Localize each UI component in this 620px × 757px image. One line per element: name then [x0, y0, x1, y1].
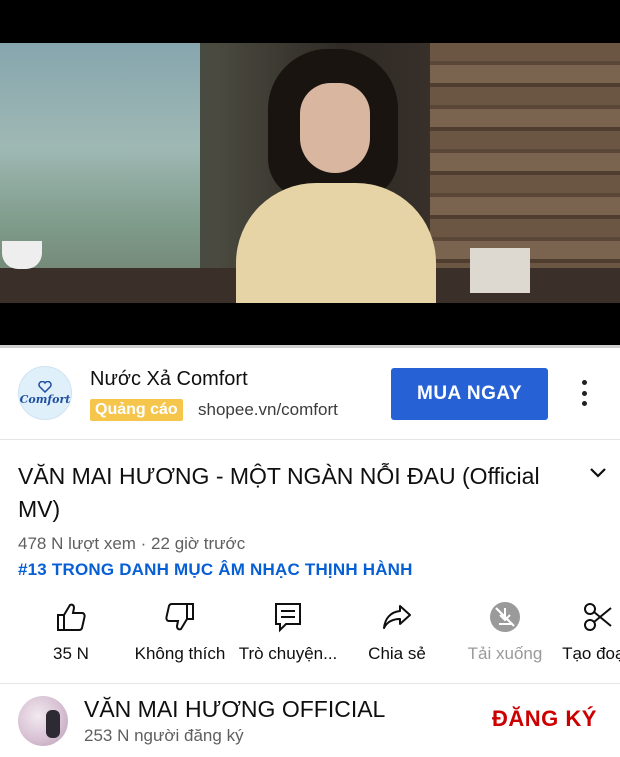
thumbs-up-icon: [57, 603, 86, 631]
more-dot: [581, 401, 587, 406]
chevron-down-icon[interactable]: [588, 466, 608, 480]
action-bar: 35 N Không thích Trò chuyện... Chia sẻ T…: [0, 598, 620, 682]
video-frame[interactable]: [0, 43, 620, 303]
comment-icon: [275, 603, 301, 633]
advertiser-logo-text: Comfort: [19, 392, 71, 406]
ad-title[interactable]: Nước Xả Comfort: [90, 368, 248, 391]
video-scene-face: [300, 83, 370, 173]
avatar-figure: [46, 710, 60, 738]
subscribe-button[interactable]: ĐĂNG KÝ: [492, 706, 597, 732]
clip-button[interactable]: Tạo đoạn: [558, 598, 620, 682]
download-button[interactable]: Tải xuống: [462, 598, 548, 682]
video-scene-dress: [236, 183, 436, 303]
share-button[interactable]: Chia sẻ: [362, 598, 432, 682]
clip-label: Tạo đoạn: [562, 644, 620, 663]
ad-badge: Quảng cáo: [90, 399, 183, 421]
ad-banner[interactable]: Comfort Nước Xả Comfort Quảng cáo shopee…: [0, 348, 620, 440]
more-vert-icon[interactable]: [572, 376, 596, 410]
share-label: Chia sẻ: [368, 644, 426, 663]
like-count: 35 N: [53, 644, 89, 663]
ad-url[interactable]: shopee.vn/comfort: [198, 400, 338, 420]
share-icon: [383, 605, 411, 629]
chat-label: Trò chuyện...: [238, 644, 338, 663]
advertiser-logo[interactable]: Comfort: [18, 366, 72, 420]
chat-button[interactable]: Trò chuyện...: [234, 598, 342, 682]
video-title[interactable]: VĂN MAI HƯƠNG - MỘT NGÀN NỖI ĐAU (Offici…: [18, 460, 566, 526]
channel-avatar[interactable]: [18, 696, 68, 746]
dislike-label: Không thích: [134, 644, 226, 663]
more-dot: [581, 390, 587, 396]
channel-name[interactable]: VĂN MAI HƯƠNG OFFICIAL: [84, 696, 385, 723]
thumbs-down-icon: [165, 603, 194, 631]
like-button[interactable]: 35 N: [40, 598, 102, 682]
buy-now-button[interactable]: MUA NGAY: [391, 368, 548, 420]
video-meta: 478 N lượt xem · 22 giờ trước: [18, 534, 246, 553]
video-player[interactable]: [0, 0, 620, 345]
download-off-icon: [490, 602, 520, 632]
video-scene-box: [470, 248, 530, 293]
subscriber-count: 253 N người đăng ký: [84, 726, 244, 745]
channel-row[interactable]: VĂN MAI HƯƠNG OFFICIAL 253 N người đăng …: [0, 684, 620, 757]
trending-link[interactable]: #13 TRONG DANH MỤC ÂM NHẠC THỊNH HÀNH: [18, 560, 413, 580]
more-dot: [581, 380, 587, 385]
scissors-icon: [584, 603, 612, 631]
dislike-button[interactable]: Không thích: [132, 598, 228, 682]
video-scene-cup: [2, 241, 42, 269]
download-label: Tải xuống: [467, 644, 543, 663]
heart-icon: [38, 380, 52, 393]
